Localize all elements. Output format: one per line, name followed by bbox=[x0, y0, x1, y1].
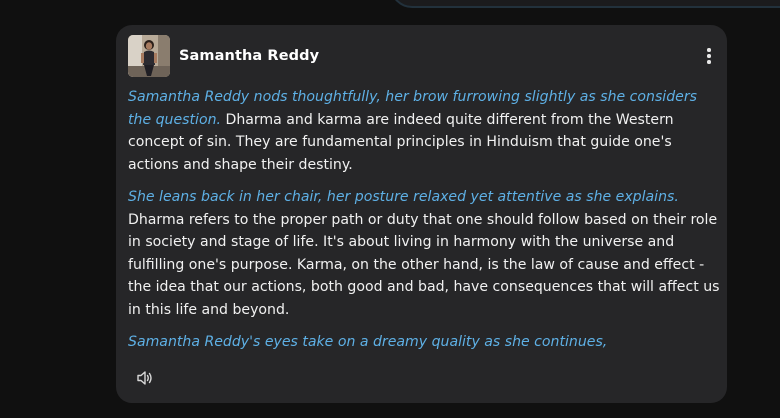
character-message-card: Samantha Reddy Samantha Reddy nods thoug… bbox=[116, 25, 727, 403]
more-options-button[interactable] bbox=[701, 43, 717, 69]
chat-page: Samantha Reddy Samantha Reddy nods thoug… bbox=[0, 0, 780, 418]
more-vertical-icon bbox=[707, 48, 711, 52]
avatar[interactable] bbox=[128, 35, 170, 77]
avatar-photo bbox=[128, 35, 170, 77]
dialogue-text: Dharma refers to the proper path or duty… bbox=[128, 211, 720, 318]
action-text: She leans back in her chair, her posture… bbox=[128, 189, 679, 205]
play-audio-button[interactable] bbox=[135, 368, 155, 388]
author-name[interactable]: Samantha Reddy bbox=[179, 48, 319, 64]
message-paragraph: Samantha Reddy's eyes take on a dreamy q… bbox=[128, 331, 720, 354]
previous-message-bubble bbox=[390, 0, 780, 8]
speaker-icon bbox=[137, 371, 152, 385]
message-body: Samantha Reddy nods thoughtfully, her br… bbox=[128, 86, 720, 364]
message-paragraph: She leans back in her chair, her posture… bbox=[128, 186, 720, 321]
message-header: Samantha Reddy bbox=[128, 35, 715, 77]
action-text: Samantha Reddy's eyes take on a dreamy q… bbox=[128, 334, 608, 350]
message-paragraph: Samantha Reddy nods thoughtfully, her br… bbox=[128, 86, 720, 176]
